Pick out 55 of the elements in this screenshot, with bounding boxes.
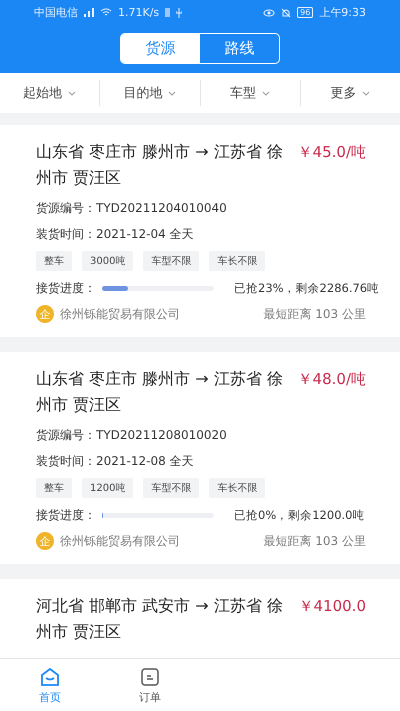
carrier: 中国电信 [34,5,78,20]
signal-icon [84,8,94,17]
tag: 3000吨 [82,251,134,271]
loading-time: 装货时间：2021-12-08 全天 [36,453,195,470]
loading-time: 装货时间：2021-12-04 全天 [36,226,195,243]
tag: 整车 [36,251,72,271]
route-text: 山东省 枣庄市 滕州市 → 江苏省 徐州市 贾汪区 [36,368,284,416]
eye-icon [263,8,276,16]
cargo-card[interactable]: 河北省 邯郸市 武安市 → 江苏省 徐州市 贾汪区 ￥4100.0 [0,579,400,658]
price: ￥45.0/吨 [298,142,366,163]
document-icon [139,666,161,688]
chevron-down-icon [262,90,270,96]
progress-text: 已抢23%，剩余2286.76吨 [234,280,380,297]
progress-label: 接货进度： [36,280,96,297]
tag: 车长不限 [209,478,266,498]
nav-tab[interactable]: 订单 [100,659,200,711]
company-badge-icon: 企 [36,305,54,323]
tag: 车型不限 [143,478,200,498]
tag: 车长不限 [209,251,266,271]
progress-label: 接货进度： [36,507,96,524]
home-icon [39,666,61,688]
progress-text: 已抢0%，剩余1200.0吨 [234,507,364,524]
cargo-number: 货源编号：TYD20211204010040 [36,200,228,217]
distance: 最短距离 103 公里 [263,306,366,322]
chevron-down-icon [168,90,176,96]
price: ￥4100.0 [298,596,366,617]
filter-dropdown[interactable]: 车型 [200,80,300,106]
filter-dropdown[interactable]: 更多 [300,80,400,106]
usb-icon [176,8,182,18]
filter-dropdown[interactable]: 目的地 [99,80,200,106]
distance: 最短距离 103 公里 [263,532,366,550]
network-speed: 1.71K/s [118,6,160,19]
chevron-down-icon [362,90,370,96]
chevron-down-icon [68,90,76,96]
price: ￥48.0/吨 [298,369,366,390]
clock: 上午9:33 [319,5,366,20]
tag: 车型不限 [143,251,200,271]
route-text: 山东省 枣庄市 滕州市 → 江苏省 徐州市 贾汪区 [36,141,284,189]
segment-tab[interactable]: 路线 [200,34,279,63]
battery-level: 96 [297,7,314,18]
filter-dropdown[interactable]: 起始地 [0,80,100,106]
tag: 1200吨 [82,478,134,498]
battery-charging-icon [165,8,170,17]
segment-tab[interactable]: 货源 [121,34,200,63]
bell-off-icon [281,8,292,18]
tag: 整车 [36,478,72,498]
cargo-number: 货源编号：TYD20211208010020 [36,427,228,444]
company-badge-icon: 企 [36,532,54,550]
cargo-card[interactable]: 山东省 枣庄市 滕州市 → 江苏省 徐州市 贾汪区 ￥45.0/吨 货源编号：TYD20211204010040 装货时间：2021-12-04 全天 整车 3000吨 车型不限 车长不限 接货进度： 已抢23%，剩余2286.76吨 企 徐州铄能贸易有限公司 最短距离 103 公里 [0,125,400,337]
route-text: 河北省 邯郸市 武安市 → 江苏省 徐州市 贾汪区 [36,595,284,643]
company-name: 徐州铄能贸易有限公司 [60,532,180,550]
cargo-card[interactable]: 山东省 枣庄市 滕州市 → 江苏省 徐州市 贾汪区 ￥48.0/吨 货源编号：TYD20211208010020 装货时间：2021-12-08 全天 整车 1200吨 车型不限 车长不限 接货进度： 已抢0%，剩余1200.0吨 企 徐州铄能贸易有限公司 最短距离 103 公里 [0,352,400,564]
wifi-icon [100,8,112,17]
company-name: 徐州铄能贸易有限公司 [60,306,180,322]
nav-tab[interactable]: 首页 [0,659,100,711]
